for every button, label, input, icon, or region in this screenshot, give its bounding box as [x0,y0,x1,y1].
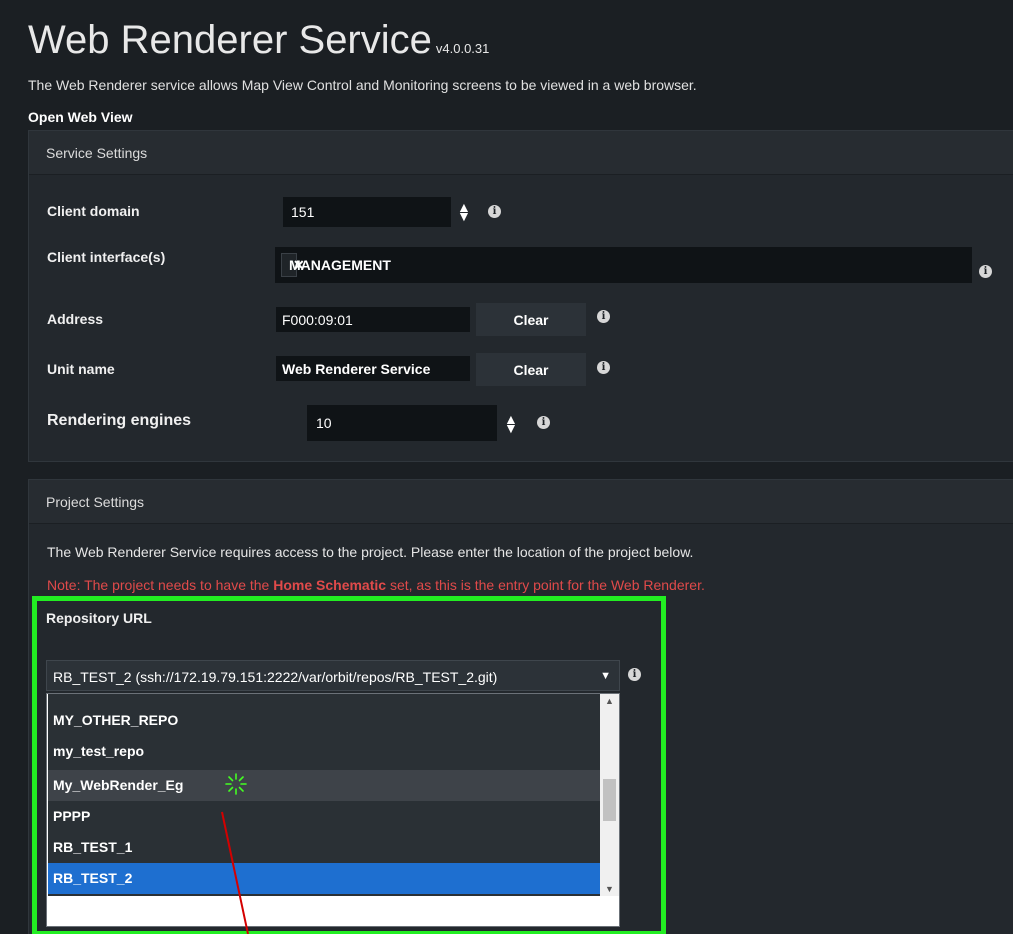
rendering-engines-label: Rendering engines [47,412,192,429]
project-description: The Web Renderer Service requires access… [47,544,694,560]
client-domain-input[interactable]: 151 [283,197,451,227]
client-interfaces-input[interactable]: MANAGEMENT ✕ [275,247,972,283]
note-prefix: Note: The project needs to have the [47,577,274,593]
home-schematic-note: Note: The project needs to have the Home… [47,577,705,593]
service-settings-panel: Service Settings Client domain 151 ▲ ▼ i … [28,130,1013,462]
version-label: v4.0.0.31 [435,41,490,56]
page-title-text: Web Renderer Service [28,18,432,62]
project-settings-header: Project Settings [29,480,1013,524]
rendering-engines-input[interactable]: 10 [307,405,497,441]
unit-name-value: Web Renderer Service [282,360,431,377]
remove-chip-icon[interactable]: ✕ [293,253,305,277]
address-value: F000:09:01 [282,311,353,328]
note-suffix: set, as this is the entry point for the … [386,577,705,593]
unit-name-input[interactable]: Web Renderer Service [276,356,470,381]
open-web-view-link[interactable]: Open Web View [28,109,133,125]
page-title: Web Renderer Service v4.0.0.31 [28,18,489,63]
clear-unit-name-button[interactable]: Clear [476,353,586,386]
up-down-spinner-icon[interactable]: ▲ ▼ [457,200,471,223]
repository-highlight-box [32,596,666,934]
clear-address-button[interactable]: Clear [476,303,586,336]
up-down-spinner-icon[interactable]: ▲ ▼ [504,412,518,435]
address-input[interactable]: F000:09:01 [276,307,470,332]
screenshot-frame: Web Renderer Service v4.0.0.31 The Web Re… [0,0,1013,934]
unit-name-label: Unit name [47,361,115,377]
web-renderer-service-page: Web Renderer Service v4.0.0.31 The Web Re… [0,0,1013,934]
info-icon[interactable]: i [597,310,610,323]
address-label: Address [47,311,104,327]
client-interfaces-label: Client interface(s) [47,249,166,265]
info-icon[interactable]: i [488,205,501,218]
service-settings-header: Service Settings [29,131,1013,175]
page-description: The Web Renderer service allows Map View… [28,77,697,93]
interface-chip: MANAGEMENT ✕ [281,253,391,277]
info-icon[interactable]: i [537,416,550,429]
rendering-engines-value: 10 [316,415,332,431]
client-domain-value: 151 [291,204,315,220]
info-icon[interactable]: i [597,361,610,374]
note-bold: Home Schematic [273,577,387,593]
info-icon[interactable]: i [979,265,992,278]
client-domain-label: Client domain [47,203,140,219]
